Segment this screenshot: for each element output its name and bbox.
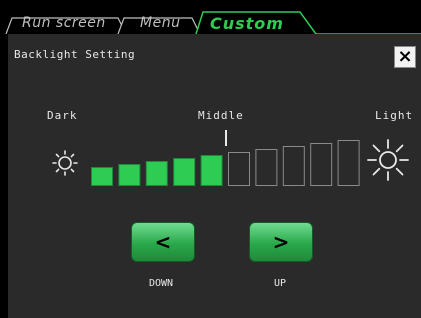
chevron-left-icon: < <box>154 230 172 254</box>
backlight-panel: Backlight Setting × Dark Middle Light < … <box>8 34 421 318</box>
tab-run-screen[interactable]: Run screen <box>22 15 106 31</box>
up-label: UP <box>274 278 287 289</box>
chevron-right-icon: > <box>272 230 290 254</box>
brightness-bar-7[interactable] <box>255 149 278 186</box>
brightness-bar-2[interactable] <box>118 164 141 186</box>
panel-title: Backlight Setting <box>14 48 136 61</box>
brightness-bar-3[interactable] <box>145 161 168 186</box>
brightness-bar-6[interactable] <box>228 152 250 186</box>
brightness-bar-1[interactable] <box>91 167 113 186</box>
brightness-bar-4[interactable] <box>173 158 196 186</box>
brightness-bar-8[interactable] <box>282 146 305 186</box>
up-button[interactable]: > <box>249 222 313 262</box>
down-label: DOWN <box>149 278 174 289</box>
bright-sun-icon <box>367 139 409 181</box>
brightness-level-bars[interactable] <box>91 136 363 186</box>
dim-sun-icon <box>52 150 78 176</box>
down-button[interactable]: < <box>131 222 195 262</box>
tab-custom[interactable]: Custom <box>210 14 284 33</box>
light-label: Light <box>375 109 414 122</box>
tab-menu[interactable]: Menu <box>140 15 180 31</box>
brightness-bar-9[interactable] <box>310 143 333 186</box>
close-button[interactable]: × <box>394 46 416 68</box>
brightness-bar-10[interactable] <box>337 140 360 186</box>
dark-label: Dark <box>47 109 78 122</box>
brightness-bar-5[interactable] <box>200 155 223 186</box>
tab-bar: Run screen Menu Custom <box>0 0 421 34</box>
close-icon: × <box>397 46 413 67</box>
middle-label: Middle <box>198 109 244 122</box>
